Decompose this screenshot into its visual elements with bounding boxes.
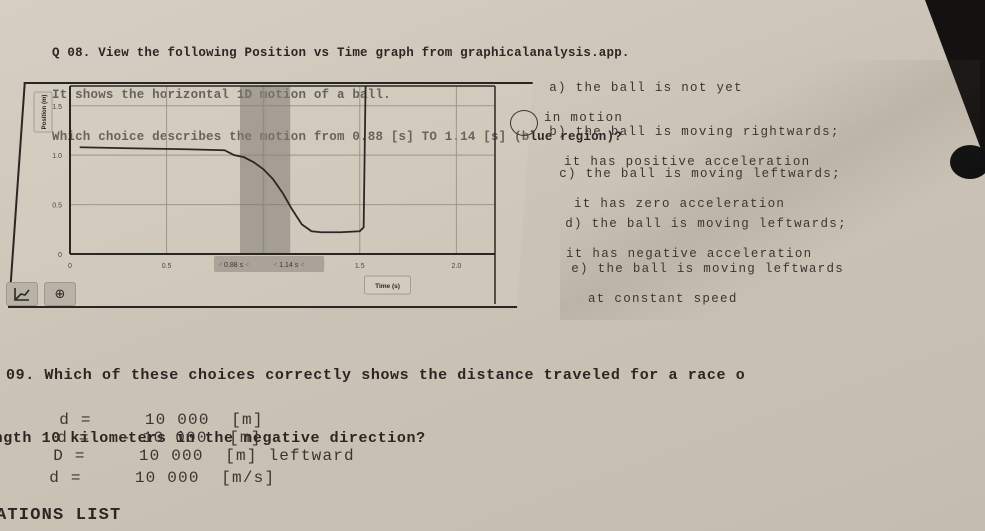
choice-letter: a): [549, 81, 567, 95]
y-tick-label: 1.0: [52, 153, 62, 160]
zoom-in-icon: ⊕: [54, 286, 66, 302]
choice-text: the ball is moving rightwards;: [575, 125, 840, 139]
y-tick-label: 0: [58, 252, 62, 259]
choice-letter: b): [549, 125, 567, 139]
section-heading: ATIONS LIST: [0, 506, 122, 525]
x-axis-label: Time (s): [375, 283, 400, 290]
x-tick-label: 1.5: [355, 263, 365, 270]
choice-text-line-2: at constant speed: [588, 292, 738, 306]
highlight-region: ⁖ 0.88 s ⁖ ⁖ 1.14 s ⁖: [214, 86, 325, 272]
choice-text: the ball is moving leftwards: [597, 262, 845, 276]
graph-type-button[interactable]: [6, 282, 38, 306]
question-9-line-1: 09. Which of these choices correctly sho…: [6, 367, 746, 384]
background-corner: [925, 0, 985, 160]
choice-letter: e): [571, 262, 589, 276]
x-tick-label: 0.5: [162, 263, 172, 270]
answer-variable: d =: [49, 469, 82, 487]
punch-hole: [950, 145, 985, 179]
x-tick-label: 2.0: [451, 263, 461, 270]
line-graph-icon: [14, 288, 30, 301]
choice-letter: d): [565, 217, 583, 231]
question-8-line-1: Q 08. View the following Position vs Tim…: [52, 46, 630, 60]
chart-series: [79, 85, 367, 234]
answer-value: 10 000 [m/s]: [113, 469, 276, 487]
x-tick-label: 0: [68, 263, 72, 270]
choice-text: the ball is not yet: [575, 81, 743, 95]
choice-text: the ball is moving leftwards;: [591, 217, 847, 231]
region-end-label: ⁖ 1.14 s ⁖: [273, 262, 304, 269]
choice-letter: c): [559, 167, 577, 181]
position-time-chart: ⁖ 0.88 s ⁖ ⁖ 1.14 s ⁖ 0 0.5 1.0 1.5 0 0.5 1.5 2.…: [33, 85, 496, 304]
zoom-button[interactable]: ⊕: [44, 282, 76, 306]
answer-option[interactable]: d = 10 000 [m/s]: [6, 450, 275, 507]
y-tick-label: 1.5: [52, 104, 62, 111]
region-start-label: ⁖ 0.88 s ⁖: [218, 262, 249, 269]
y-tick-label: 0.5: [52, 203, 62, 210]
choice-text: the ball is moving leftwards;: [585, 167, 841, 181]
y-axis-label: Position (m): [42, 95, 48, 130]
series-line-position: [79, 85, 367, 234]
